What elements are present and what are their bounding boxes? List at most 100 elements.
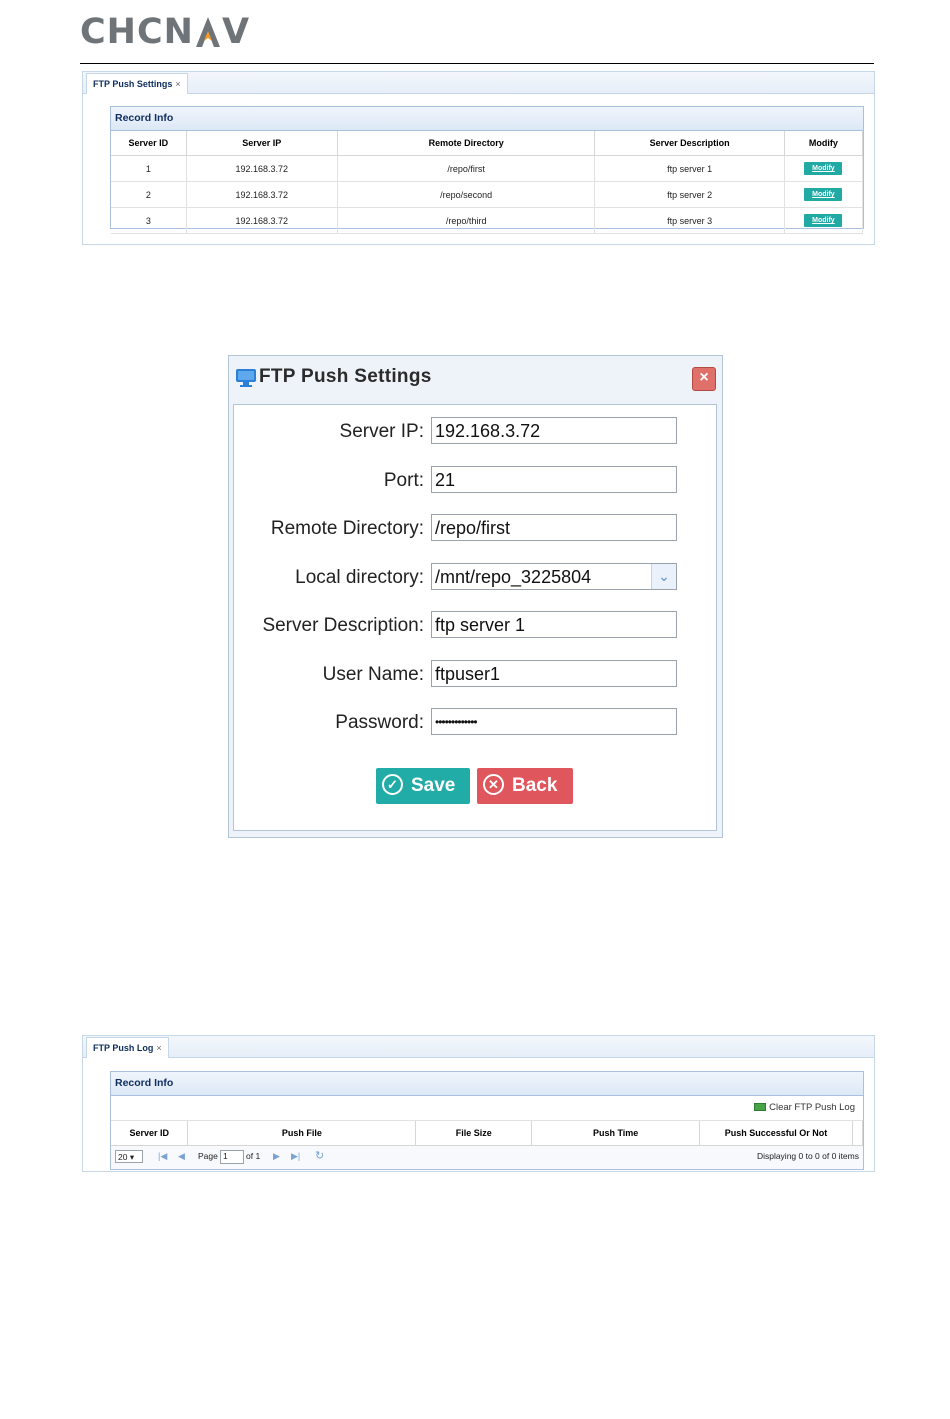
cell-server-ip: 192.168.3.72 — [186, 207, 338, 234]
last-page-icon[interactable]: ▶| — [291, 1151, 300, 1162]
record-info-box: Record Info Server ID Server IP Remote D… — [110, 106, 864, 234]
clear-log-label: Clear FTP Push Log — [769, 1102, 855, 1113]
col-header-remote-directory[interactable]: Remote Directory — [337, 131, 596, 156]
form-row-password: Password: ••••••••••••• — [234, 708, 716, 738]
form-row-server-description: Server Description: ftp server 1 — [234, 611, 716, 641]
tab-close-icon[interactable]: × — [156, 1043, 161, 1053]
server-ip-input[interactable]: 192.168.3.72 — [431, 417, 677, 444]
dialog-form: Server IP: 192.168.3.72 Port: 21 Remote … — [233, 404, 717, 831]
logo-a-mark-icon — [195, 17, 220, 47]
col-header-server-ip[interactable]: Server IP — [186, 131, 338, 156]
col-header-push-file[interactable]: Push File — [187, 1121, 417, 1146]
cell-server-ip: 192.168.3.72 — [186, 181, 338, 208]
tab-close-icon[interactable]: × — [175, 79, 180, 89]
clear-log-icon — [754, 1103, 767, 1112]
cell-server-id: 1 — [111, 155, 187, 182]
form-row-local-directory: Local directory: /mnt/repo_3225804 ⌄ — [234, 563, 716, 593]
port-input[interactable]: 21 — [431, 466, 677, 493]
col-header-server-id[interactable]: Server ID — [111, 1121, 189, 1146]
log-toolbar: Clear FTP Push Log — [111, 1096, 863, 1121]
table-row[interactable]: 1 192.168.3.72 /repo/first ftp server 1 … — [111, 155, 864, 182]
local-directory-value: /mnt/repo_3225804 — [435, 567, 592, 587]
clear-ftp-push-log-button[interactable]: Clear FTP Push Log — [754, 1102, 855, 1113]
cell-server-id: 2 — [111, 181, 187, 208]
form-row-port: Port: 21 — [234, 466, 716, 496]
tab-label: FTP Push Log — [93, 1043, 154, 1053]
col-header-file-size[interactable]: File Size — [415, 1121, 533, 1146]
cell-server-ip: 192.168.3.72 — [186, 155, 338, 182]
ftp-push-log-panel: FTP Push Log × Record Info Clear FTP Push… — [82, 1035, 875, 1172]
user-name-input[interactable]: ftpuser1 — [431, 660, 677, 687]
server-description-input[interactable]: ftp server 1 — [431, 611, 677, 638]
ftp-push-settings-panel: FTP Push Settings × Record Info Server ID… — [82, 71, 875, 245]
remote-directory-input[interactable]: /repo/first — [431, 514, 677, 541]
page-number-value: 1 — [223, 1151, 228, 1161]
record-info-box: Record Info Clear FTP Push Log Server ID… — [110, 1071, 864, 1170]
page-number-input[interactable]: 1 — [220, 1150, 244, 1164]
cell-remote-directory: /repo/third — [337, 207, 596, 234]
table-header-row: Server ID Server IP Remote Directory Ser… — [111, 131, 864, 156]
dialog-header[interactable]: FTP Push Settings × — [229, 356, 722, 402]
password-label: Password: — [335, 712, 424, 733]
col-header-server-id[interactable]: Server ID — [111, 131, 187, 156]
remote-directory-label: Remote Directory: — [270, 518, 424, 539]
logo-text-right: V — [221, 12, 251, 52]
back-label: Back — [512, 775, 558, 796]
refresh-icon[interactable]: ↻ — [315, 1149, 324, 1162]
servers-table: Server ID Server IP Remote Directory Ser… — [111, 131, 864, 234]
table-row[interactable]: 3 192.168.3.72 /repo/third ftp server 3 … — [111, 207, 864, 234]
header-divider — [80, 63, 874, 64]
logo-text-left: CHCN — [80, 12, 194, 52]
local-directory-label: Local directory: — [295, 567, 424, 588]
save-label: Save — [411, 775, 456, 796]
tab-bar: FTP Push Settings × — [83, 72, 874, 94]
form-row-remote-directory: Remote Directory: /repo/first — [234, 514, 716, 544]
col-header-modify: Modify — [784, 131, 864, 156]
form-row-user-name: User Name: ftpuser1 — [234, 660, 716, 690]
cell-modify: Modify — [784, 155, 864, 182]
local-directory-select[interactable]: /mnt/repo_3225804 ⌄ — [431, 563, 677, 590]
table-row[interactable]: 2 192.168.3.72 /repo/second ftp server 2… — [111, 181, 864, 208]
col-header-server-description[interactable]: Server Description — [594, 131, 785, 156]
dialog-close-icon[interactable]: × — [692, 367, 716, 391]
col-header-push-successful[interactable]: Push Successful Or Not — [699, 1121, 853, 1146]
col-header-push-time[interactable]: Push Time — [531, 1121, 701, 1146]
modify-button[interactable]: Modify — [804, 188, 843, 201]
modify-button[interactable]: Modify — [804, 214, 843, 227]
form-row-server-ip: Server IP: 192.168.3.72 — [234, 417, 716, 447]
tab-ftp-push-log[interactable]: FTP Push Log × — [86, 1037, 169, 1058]
cell-remote-directory: /repo/second — [337, 181, 596, 208]
check-circle-icon: ✓ — [382, 774, 403, 795]
server-ip-label: Server IP: — [339, 421, 424, 442]
page-label: Page — [198, 1151, 218, 1161]
cell-server-description: ftp server 2 — [594, 181, 785, 208]
monitor-icon — [236, 369, 256, 387]
cell-server-id: 3 — [111, 207, 187, 234]
back-button[interactable]: ✕ Back — [477, 768, 573, 804]
cell-server-description: ftp server 1 — [594, 155, 785, 182]
password-input[interactable]: ••••••••••••• — [431, 708, 677, 735]
user-name-label: User Name: — [322, 664, 424, 685]
dialog-title: FTP Push Settings — [259, 366, 432, 387]
save-button[interactable]: ✓ Save — [376, 768, 470, 804]
page-count-label: of 1 — [246, 1151, 261, 1161]
page-size-select[interactable]: 20 ▾ — [115, 1150, 143, 1163]
chcnav-logo: CHCN V — [80, 12, 250, 52]
cell-modify: Modify — [784, 207, 864, 234]
ftp-push-settings-dialog: FTP Push Settings × Server IP: 192.168.3… — [228, 355, 723, 838]
modify-button[interactable]: Modify — [804, 162, 843, 175]
tab-bar: FTP Push Log × — [83, 1036, 874, 1058]
tab-ftp-push-settings[interactable]: FTP Push Settings × — [86, 73, 188, 94]
col-header-spacer — [852, 1121, 864, 1146]
displaying-items-text: Displaying 0 to 0 of 0 items — [756, 1151, 859, 1161]
prev-page-icon[interactable]: ◀ — [178, 1151, 185, 1162]
next-page-icon[interactable]: ▶ — [273, 1151, 280, 1162]
page-size-value: 20 — [118, 1152, 128, 1162]
cell-modify: Modify — [784, 181, 864, 208]
close-circle-icon: ✕ — [483, 774, 504, 795]
push-log-table: Server ID Push File File Size Push Time … — [111, 1121, 864, 1146]
record-info-title: Record Info — [111, 1072, 863, 1096]
first-page-icon[interactable]: |◀ — [158, 1151, 167, 1162]
table-header-row: Server ID Push File File Size Push Time … — [111, 1121, 864, 1146]
chevron-down-icon[interactable]: ⌄ — [651, 564, 676, 589]
